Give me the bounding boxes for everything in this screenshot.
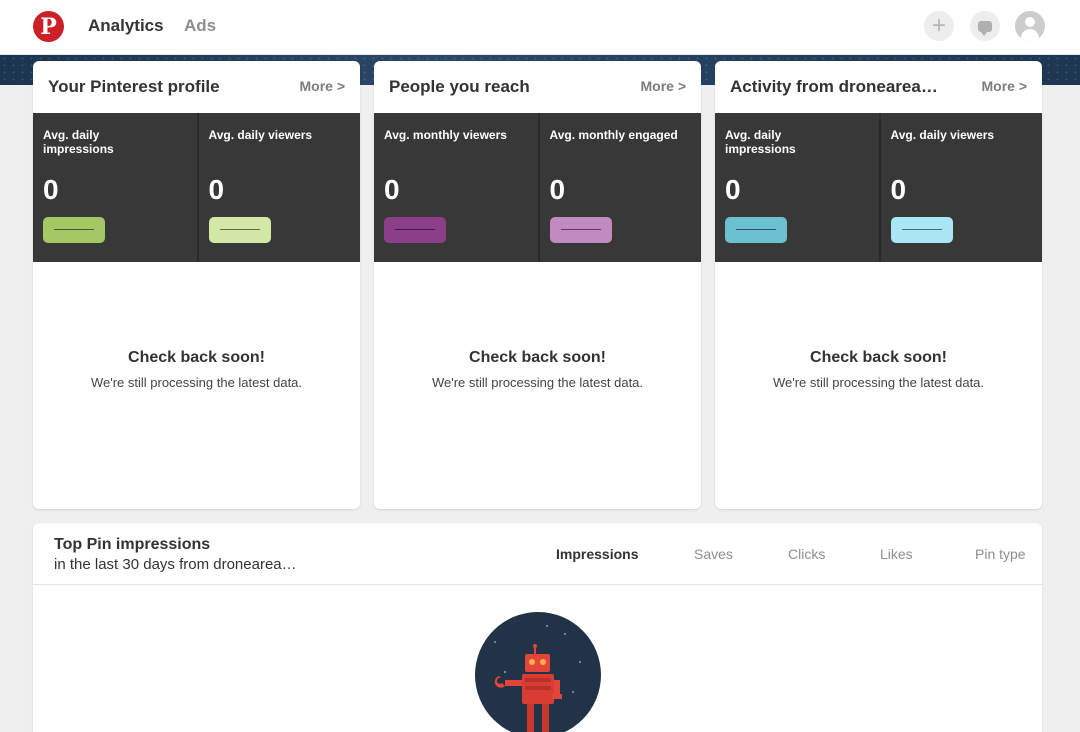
metric-legend-swatch — [384, 217, 446, 243]
metric-value: 0 — [384, 174, 400, 205]
empty-state-title: Check back soon! — [469, 349, 606, 366]
metric-label: Avg. daily impressions — [43, 128, 114, 156]
more-link[interactable]: More > — [299, 78, 345, 94]
empty-state-title: Check back soon! — [810, 349, 947, 366]
card-activity: Activity from dronearea… More > Avg. dai… — [715, 61, 1042, 509]
panel-subtitle: in the last 30 days from dronearea… — [54, 556, 297, 573]
metric-value: 0 — [208, 174, 225, 205]
more-link[interactable]: More > — [981, 78, 1027, 94]
tab-impressions[interactable]: Impressions — [556, 546, 638, 562]
metric-label: Avg. monthly engaged — [549, 128, 678, 142]
empty-state-title: Check back soon! — [128, 349, 265, 366]
tab-pin-type[interactable]: Pin type — [975, 546, 1026, 562]
card-pinterest-profile: Your Pinterest profile More > Avg. daily… — [33, 61, 360, 509]
empty-state-message: We're still processing the latest data. — [431, 375, 644, 390]
empty-state-message: We're still processing the latest data. — [772, 375, 985, 390]
plus-icon[interactable]: + — [924, 11, 954, 41]
nav-analytics[interactable]: Analytics — [88, 16, 164, 36]
metric-legend-swatch — [549, 217, 612, 243]
metric-value: 0 — [725, 174, 741, 205]
metric-avg-daily-viewers[interactable]: Avg. daily viewers 0 — [878, 113, 1043, 262]
empty-state-message: We're still processing the latest data. — [90, 375, 303, 390]
nav-ads[interactable]: Ads — [184, 16, 216, 36]
metric-value: 0 — [890, 174, 907, 205]
metric-value: 0 — [43, 174, 59, 205]
top-pin-impressions-panel: Top Pin impressions in the last 30 days … — [33, 523, 1042, 732]
card-empty-state: Check back soon! We're still processing … — [33, 262, 360, 509]
card-title: Activity from dronearea… — [730, 77, 938, 96]
metrics-panel: Avg. daily impressions 0 Avg. daily view… — [715, 113, 1042, 262]
card-title: People you reach — [389, 77, 530, 96]
top-navigation-bar: P Analytics Ads + — [0, 0, 1080, 55]
card-empty-state: Check back soon! We're still processing … — [715, 262, 1042, 509]
metric-legend-swatch — [43, 217, 105, 243]
metric-avg-daily-viewers[interactable]: Avg. daily viewers 0 — [196, 113, 361, 262]
metric-label: Avg. daily viewers — [208, 128, 313, 142]
metric-legend-swatch — [208, 217, 271, 243]
more-link[interactable]: More > — [640, 78, 686, 94]
messages-icon[interactable] — [970, 11, 1000, 41]
pinterest-logo-icon[interactable]: P — [33, 11, 64, 42]
metric-avg-monthly-viewers[interactable]: Avg. monthly viewers 0 — [374, 113, 538, 262]
metric-label: Avg. daily viewers — [890, 128, 995, 142]
tab-saves[interactable]: Saves — [694, 546, 733, 562]
metric-legend-swatch — [725, 217, 787, 243]
metrics-panel: Avg. daily impressions 0 Avg. daily view… — [33, 113, 360, 262]
metric-avg-daily-impressions[interactable]: Avg. daily impressions 0 — [33, 113, 197, 262]
metric-avg-monthly-engaged[interactable]: Avg. monthly engaged 0 — [537, 113, 702, 262]
metric-value: 0 — [549, 174, 566, 205]
tab-likes[interactable]: Likes — [880, 546, 913, 562]
panel-title: Top Pin impressions — [54, 536, 211, 553]
profile-avatar-icon[interactable] — [1015, 11, 1045, 41]
card-title: Your Pinterest profile — [48, 77, 220, 96]
metric-label: Avg. daily impressions — [725, 128, 796, 156]
metrics-panel: Avg. monthly viewers 0 Avg. monthly enga… — [374, 113, 701, 262]
card-empty-state: Check back soon! We're still processing … — [374, 262, 701, 509]
robot-illustration-icon — [475, 612, 601, 732]
metric-label: Avg. monthly viewers — [384, 128, 507, 142]
metric-legend-swatch — [890, 217, 953, 243]
tab-clicks[interactable]: Clicks — [788, 546, 825, 562]
card-people-you-reach: People you reach More > Avg. monthly vie… — [374, 61, 701, 509]
metric-avg-daily-impressions[interactable]: Avg. daily impressions 0 — [715, 113, 879, 262]
